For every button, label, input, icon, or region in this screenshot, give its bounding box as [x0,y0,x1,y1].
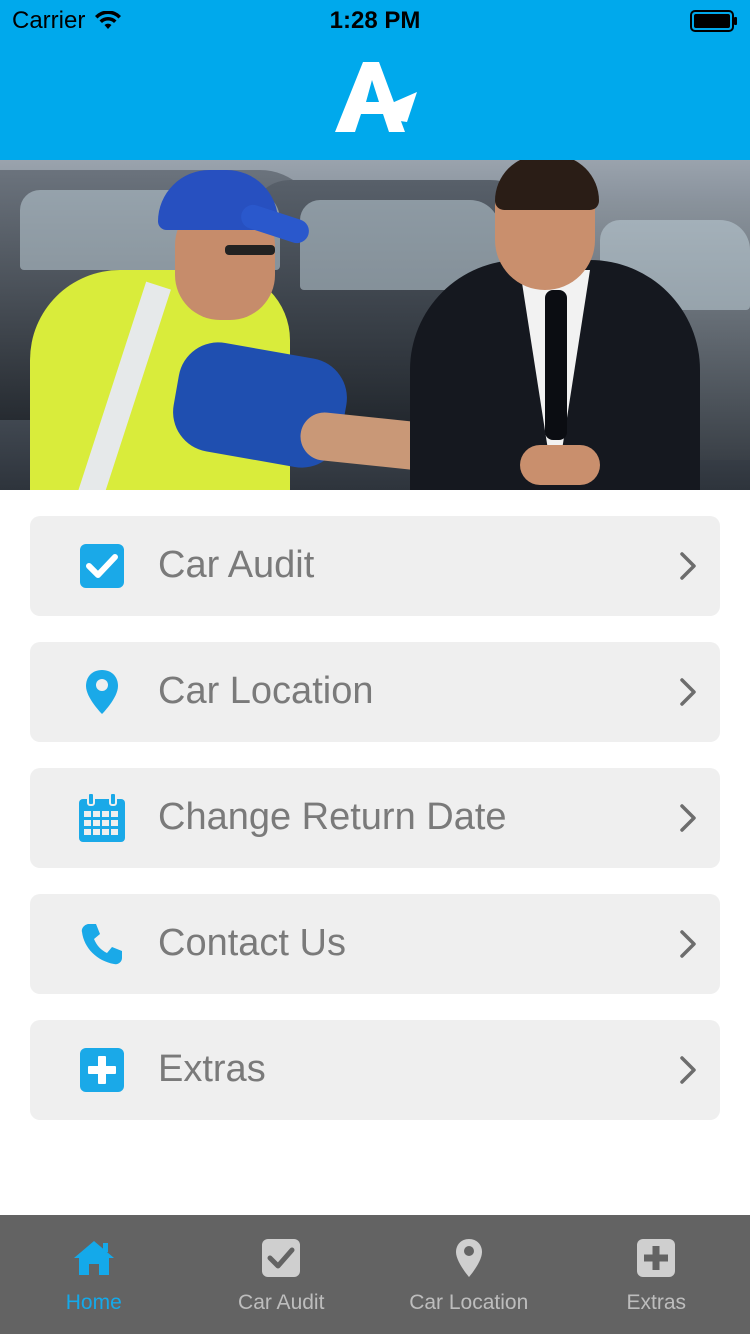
status-time: 1:28 PM [329,7,421,34]
hero-photo [0,160,750,490]
tab-car-location[interactable]: Car Location [375,1215,563,1334]
menu-item-change-return-date[interactable]: Change Return Date [30,768,720,868]
tab-label: Car Location [409,1291,529,1314]
plus-square-icon [635,1237,677,1279]
tab-label: Home [65,1291,122,1314]
tab-car-audit[interactable]: Car Audit [188,1215,376,1334]
menu-item-extras[interactable]: Extras [30,1020,720,1120]
customer-hand [520,445,600,485]
menu-item-contact-us[interactable]: Contact Us [30,894,720,994]
location-pin-icon [448,1237,490,1279]
tab-label: Extras [626,1291,686,1314]
menu-item-label: Car Location [158,670,374,712]
phone-icon [78,920,126,968]
status-bar: Carrier 1:28 PM [0,0,750,40]
menu-item-label: Car Audit [158,544,315,586]
customer-tie [545,290,567,440]
tab-extras[interactable]: Extras [563,1215,750,1334]
tab-bar: Home Car Audit Car Location Extras [0,1215,750,1334]
chevron-right-icon [680,1056,696,1084]
valet-glasses [225,245,275,255]
tab-home[interactable]: Home [0,1215,188,1334]
airparks-a-logo [335,62,417,132]
chevron-right-icon [680,678,696,706]
home-menu: Car Audit Car Location Change Return Dat… [30,516,720,1146]
tab-label: Car Audit [238,1291,325,1314]
menu-item-label: Extras [158,1048,266,1090]
menu-item-car-audit[interactable]: Car Audit [30,516,720,616]
checkbox-icon [78,542,126,590]
menu-item-label: Change Return Date [158,796,507,838]
home-icon [73,1237,115,1279]
chevron-right-icon [680,552,696,580]
app-header: Carrier 1:28 PM [0,0,750,160]
location-pin-icon [78,668,126,716]
chevron-right-icon [680,930,696,958]
menu-item-label: Contact Us [158,922,346,964]
menu-item-car-location[interactable]: Car Location [30,642,720,742]
checkbox-icon [260,1237,302,1279]
plus-square-icon [78,1046,126,1094]
calendar-icon [78,793,126,842]
battery-icon [690,10,737,32]
customer-hair [495,160,599,210]
chevron-right-icon [680,804,696,832]
